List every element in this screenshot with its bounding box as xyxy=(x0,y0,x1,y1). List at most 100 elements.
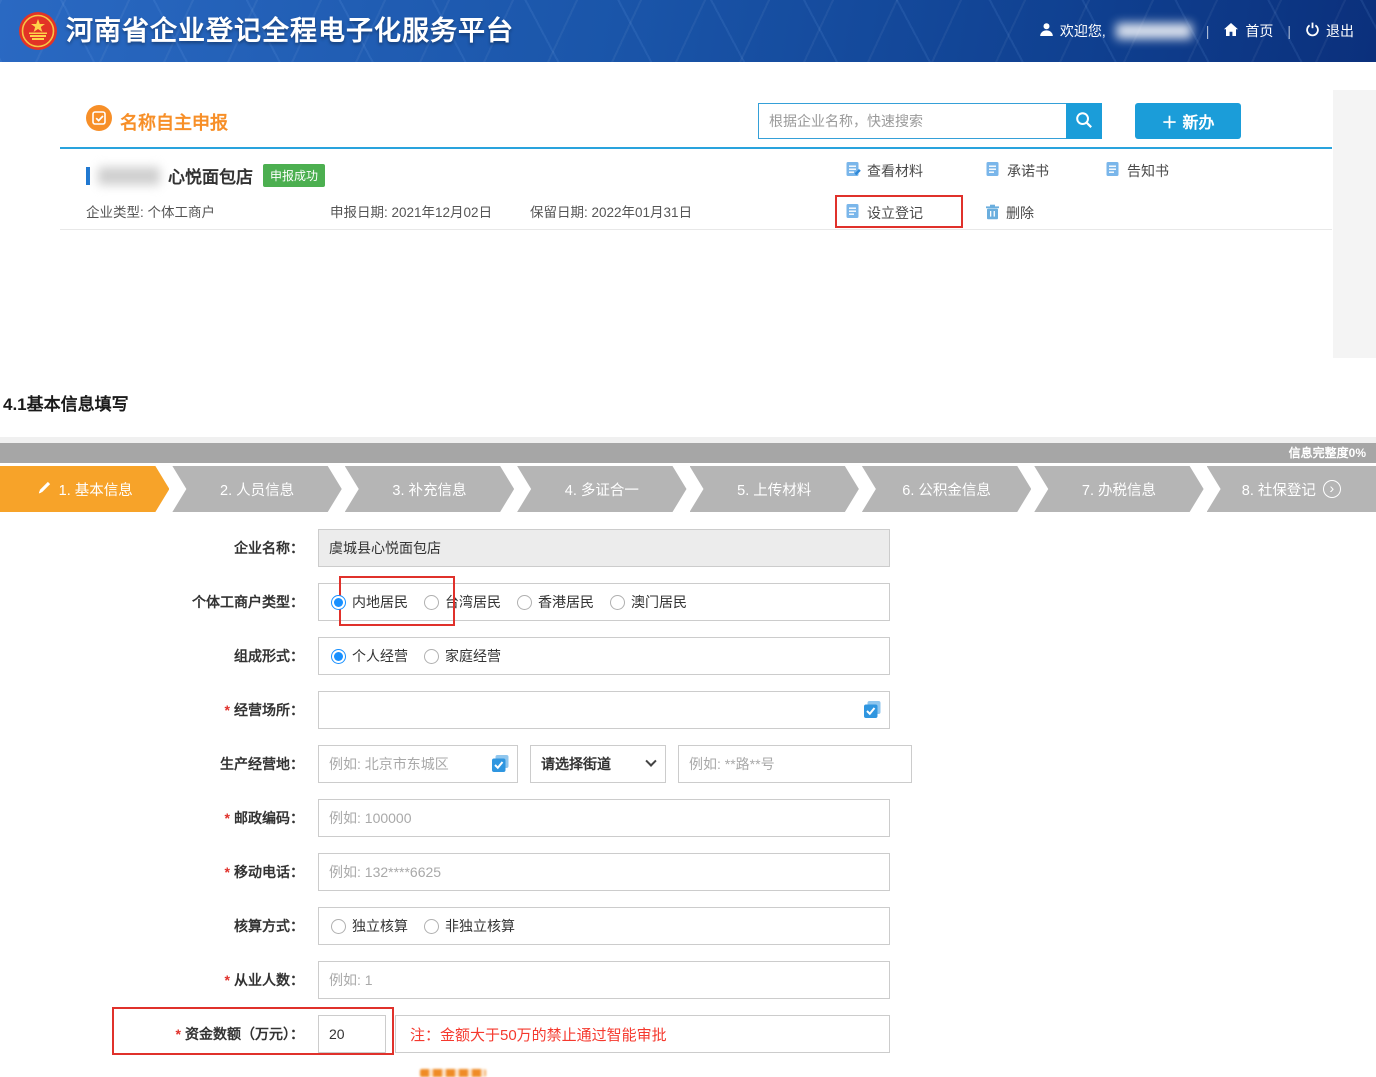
company-name: 心悦面包店 xyxy=(168,163,253,188)
search-icon xyxy=(1075,111,1093,132)
radio-taiwan-resident[interactable]: 台湾居民 xyxy=(424,592,501,612)
radio-icon xyxy=(517,595,532,610)
address-picker-icon[interactable] xyxy=(863,700,882,724)
business-place-input[interactable] xyxy=(318,691,890,729)
document-icon xyxy=(1105,161,1121,181)
form-row-accounting: 核算方式： 独立核算 非独立核算 xyxy=(0,907,920,945)
form-row-employees: *从业人数： xyxy=(0,961,920,999)
step-basic-info[interactable]: 1. 基本信息 xyxy=(0,466,169,512)
accounting-group: 独立核算 非独立核算 xyxy=(318,907,890,945)
user-icon xyxy=(1039,22,1054,40)
document-icon xyxy=(985,161,1001,181)
view-materials-link[interactable]: 查看材料 xyxy=(845,161,923,181)
reserve-date: 保留日期: 2022年01月31日 xyxy=(530,201,692,221)
capital-input[interactable] xyxy=(318,1015,386,1053)
search-input[interactable] xyxy=(758,103,1066,139)
header-user-menu: 欢迎您, | 首页 | 退出 xyxy=(1039,0,1354,62)
radio-icon xyxy=(424,649,439,664)
progress-label: 信息完整度0% xyxy=(1289,446,1366,460)
radio-icon xyxy=(424,919,439,934)
company-type: 企业类型: 个体工商户 xyxy=(86,201,215,221)
step-social-security[interactable]: 8. 社保登记 › xyxy=(1207,466,1376,512)
item-actions: 查看材料 承诺书 xyxy=(845,161,1285,245)
form-row-company-name: 企业名称： xyxy=(0,529,920,567)
form-row-postal-code: *邮政编码： xyxy=(0,799,920,837)
step-upload-materials[interactable]: 5. 上传材料 xyxy=(690,466,859,512)
delete-link[interactable]: 删除 xyxy=(985,203,1034,223)
required-mark: * xyxy=(225,702,230,718)
composition-label: 组成形式： xyxy=(0,646,318,666)
employees-input[interactable] xyxy=(318,961,890,999)
chevron-right-icon: › xyxy=(1323,480,1341,498)
radio-individual-operation[interactable]: 个人经营 xyxy=(331,646,408,666)
radio-mainland-resident[interactable]: 内地居民 xyxy=(331,592,408,612)
declaration-panel: 名称自主申报 ＋ 新办 心悦面包店 申报成功 xyxy=(60,95,1332,230)
required-mark: * xyxy=(176,1026,181,1042)
step-multi-cert[interactable]: 4. 多证合一 xyxy=(517,466,686,512)
search-button[interactable] xyxy=(1066,103,1102,139)
section-title: 名称自主申报 xyxy=(120,109,228,135)
item-accent-bar xyxy=(86,167,90,185)
welcome-text: 欢迎您, xyxy=(1060,21,1106,41)
chevron-down-icon xyxy=(645,756,656,767)
required-mark: * xyxy=(225,864,230,880)
radio-selected-icon xyxy=(331,595,346,610)
form-row-business-place: *经营场所： xyxy=(0,691,920,729)
form-row-household-type: 个体工商户类型： 内地居民 台湾居民 香港居民 澳门居民 xyxy=(0,583,920,621)
radio-icon xyxy=(610,595,625,610)
notice-letter-link[interactable]: 告知书 xyxy=(1105,161,1169,181)
header-divider: | xyxy=(1287,23,1291,39)
mobile-input[interactable] xyxy=(318,853,890,891)
power-icon xyxy=(1305,22,1320,40)
app-title: 河南省企业登记全程电子化服务平台 xyxy=(66,0,514,62)
production-area-input[interactable] xyxy=(318,745,518,783)
basic-info-form: 企业名称： 个体工商户类型： 内地居民 台湾居民 香港居民 xyxy=(0,529,920,1069)
step-provident-fund[interactable]: 6. 公积金信息 xyxy=(862,466,1031,512)
home-link[interactable]: 首页 xyxy=(1223,21,1273,41)
step-supplementary-info[interactable]: 3. 补充信息 xyxy=(345,466,514,512)
new-application-button[interactable]: ＋ 新办 xyxy=(1135,103,1241,139)
step-personnel-info[interactable]: 2. 人员信息 xyxy=(172,466,341,512)
registration-wizard: 信息完整度0% 1. 基本信息 2. 人员信息 3. 补充信息 4. 多证合一 … xyxy=(0,437,1376,512)
business-place-label: *经营场所： xyxy=(0,700,318,720)
area-picker-icon[interactable] xyxy=(491,754,510,778)
wizard-steps: 1. 基本信息 2. 人员信息 3. 补充信息 4. 多证合一 5. 上传材料 … xyxy=(0,466,1376,512)
radio-macau-resident[interactable]: 澳门居民 xyxy=(610,592,687,612)
app-header: 河南省企业登记全程电子化服务平台 欢迎您, | 首页 | xyxy=(0,0,1376,62)
doc-section-heading: 4.1基本信息填写 xyxy=(3,390,129,415)
capital-note-text: 注：金额大于50万的禁止通过智能审批 xyxy=(410,1024,667,1045)
company-name-input[interactable] xyxy=(318,529,890,567)
composition-group: 个人经营 家庭经营 xyxy=(318,637,890,675)
street-address-input[interactable] xyxy=(678,745,912,783)
household-type-group: 内地居民 台湾居民 香港居民 澳门居民 xyxy=(318,583,890,621)
capital-label: *资金数额（万元）： xyxy=(0,1024,318,1044)
annotation-highlight-setup xyxy=(835,195,963,228)
form-row-capital: *资金数额（万元）： 注：金额大于50万的禁止通过智能审批 xyxy=(0,1015,920,1053)
postal-code-label: *邮政编码： xyxy=(0,808,318,828)
declaration-header: 名称自主申报 ＋ 新办 xyxy=(60,95,1332,147)
search-bar xyxy=(758,103,1102,139)
radio-icon xyxy=(331,919,346,934)
logout-link[interactable]: 退出 xyxy=(1305,21,1354,41)
header-divider: | xyxy=(1206,23,1210,39)
document-edit-icon xyxy=(845,161,861,181)
declare-date: 申报日期: 2021年12月02日 xyxy=(330,201,492,221)
street-select[interactable]: 请选择街道 xyxy=(530,745,666,783)
postal-code-input[interactable] xyxy=(318,799,890,837)
status-badge: 申报成功 xyxy=(263,164,325,187)
radio-independent-accounting[interactable]: 独立核算 xyxy=(331,916,408,936)
form-row-mobile: *移动电话： xyxy=(0,853,920,891)
home-icon xyxy=(1223,22,1239,40)
radio-icon xyxy=(424,595,439,610)
setup-registration-link[interactable]: 设立登记 xyxy=(845,203,923,223)
company-name-label: 企业名称： xyxy=(0,538,318,558)
form-row-production-place: 生产经营地： 请选择街道 xyxy=(0,745,920,783)
radio-hongkong-resident[interactable]: 香港居民 xyxy=(517,592,594,612)
radio-family-operation[interactable]: 家庭经营 xyxy=(424,646,501,666)
radio-non-independent-accounting[interactable]: 非独立核算 xyxy=(424,916,515,936)
new-button-label: 新办 xyxy=(1183,109,1215,133)
radio-selected-icon xyxy=(331,649,346,664)
step-tax-info[interactable]: 7. 办税信息 xyxy=(1034,466,1203,512)
promise-letter-link[interactable]: 承诺书 xyxy=(985,161,1049,181)
required-mark: * xyxy=(225,972,230,988)
